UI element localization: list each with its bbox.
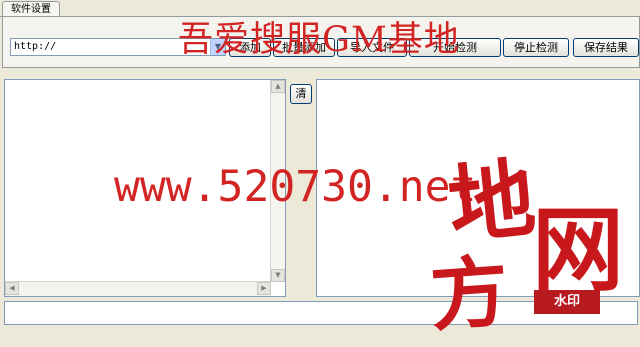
scroll-right-icon[interactable]: ▶ [257, 282, 271, 295]
tab-software-settings[interactable]: 软件设置 [2, 1, 60, 17]
watermark-seal: 水印 [534, 290, 600, 314]
horizontal-scrollbar[interactable]: ◀ ▶ [5, 281, 271, 296]
save-results-button[interactable]: 保存结果 [573, 38, 639, 57]
scroll-down-icon[interactable]: ▼ [271, 269, 285, 282]
url-input-value[interactable]: http:// [14, 40, 56, 54]
scroll-left-icon[interactable]: ◀ [5, 282, 19, 295]
stop-check-button[interactable]: 停止检测 [503, 38, 569, 57]
logo-char-3: 方 [427, 246, 512, 343]
clear-button[interactable]: 清 [290, 84, 312, 104]
watermark-title: 吾爱搜服GM基地 [178, 20, 460, 60]
watermark-url: www.520730.net [114, 162, 477, 212]
scroll-up-icon[interactable]: ▲ [271, 80, 285, 93]
